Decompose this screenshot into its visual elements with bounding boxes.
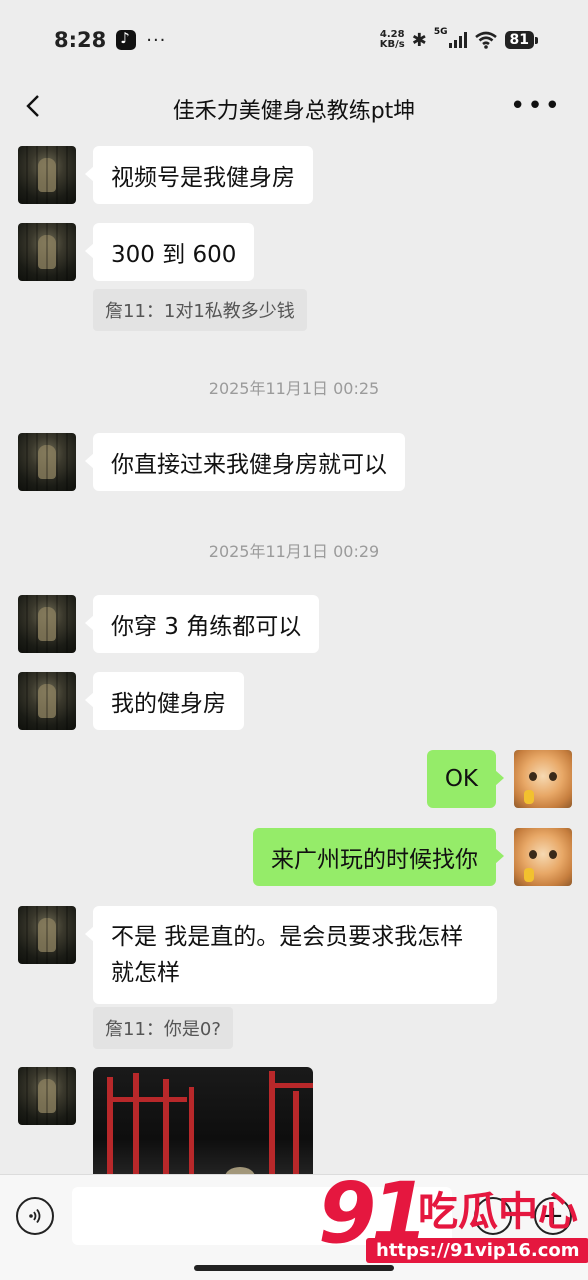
gym-rack-shape [163,1079,169,1174]
quoted-message[interactable]: 詹11：1对1私教多少钱 [93,289,307,331]
message-bubble-sent[interactable]: 来广州玩的时候找你 [253,828,504,886]
gym-rack-shape [107,1077,113,1174]
message-bubble[interactable]: 你直接过来我健身房就可以 [85,433,405,491]
network-speed-unit: KB/s [379,39,405,50]
gym-rack-shape [269,1083,313,1088]
battery-indicator: 81 [504,31,539,49]
wifi-icon [474,31,497,49]
avatar[interactable] [18,595,76,653]
gym-rack-shape [293,1091,299,1174]
message-text: 来广州玩的时候找你 [271,847,478,873]
message-text: 300 到 600 [111,242,237,268]
watermark-name: 吃瓜中心 [418,1189,578,1235]
message-bubble[interactable]: 视频号是我健身房 [85,146,313,204]
gym-rack-shape [107,1097,187,1102]
avatar[interactable] [18,433,76,491]
avatar[interactable] [18,146,76,204]
watermark: 91 吃瓜中心 https://91vip16.com [318,1168,588,1280]
status-bar: 8:28 ··· 4.28 KB/s ✱ 5G 81 [0,0,588,80]
message-bubble-sent[interactable]: OK [426,750,505,808]
message-text: 我的健身房 [111,691,226,717]
network-speed: 4.28 KB/s [380,30,405,50]
message-bubble[interactable]: 300 到 600 [84,223,255,281]
avatar-self[interactable] [514,750,572,808]
status-icons: 4.28 KB/s ✱ 5G 81 [380,27,539,51]
chevron-left-icon[interactable] [22,94,46,118]
message-bubble[interactable]: 我的健身房 [85,672,244,730]
gym-light [225,1167,255,1174]
chat-title: 佳禾力美健身总教练pt坤 [172,99,416,124]
message-text: 视频号是我健身房 [111,165,295,191]
avatar[interactable] [18,1067,76,1125]
quote-text: 詹11：1对1私教多少钱 [105,301,295,322]
avatar[interactable] [18,223,76,281]
bluetooth-icon: ✱ [411,29,427,51]
message-bubble[interactable]: 不是 我是直的。是会员要求我怎样就怎样 [85,906,497,1004]
timestamp: 2025年11月1日 00:25 [208,379,380,398]
message-text: 你穿 3 角练都可以 [111,614,302,640]
voice-icon[interactable] [16,1197,54,1235]
message-bubble[interactable]: 你穿 3 角练都可以 [84,595,320,653]
chat-area[interactable]: 视频号是我健身房 300 到 600 詹11：1对1私教多少钱 2025年11月… [0,138,588,1174]
status-more-indicator: ··· [146,29,167,51]
quoted-message[interactable]: 詹11：你是0? [93,1007,233,1049]
more-icon[interactable]: ••• [510,93,562,119]
avatar[interactable] [18,906,76,964]
tiktok-icon [116,29,137,50]
gym-rack-shape [133,1073,139,1174]
chat-header: 佳禾力美健身总教练pt坤 ••• [0,80,588,138]
message-text: OK [444,766,478,792]
network-type: 5G [433,27,448,37]
image-message[interactable] [93,1067,313,1174]
message-text: 你直接过来我健身房就可以 [111,452,387,478]
gym-rack-shape [189,1087,194,1174]
avatar[interactable] [18,672,76,730]
timestamp: 2025年11月1日 00:29 [208,542,380,561]
message-text: 不是 我是直的。是会员要求我怎样就怎样 [111,924,464,986]
status-time: 8:28 [54,28,107,52]
signal-icon [448,32,467,48]
avatar-self[interactable] [514,828,572,886]
quote-text: 詹11：你是0? [105,1019,221,1040]
watermark-url: https://91vip16.com [366,1238,588,1263]
